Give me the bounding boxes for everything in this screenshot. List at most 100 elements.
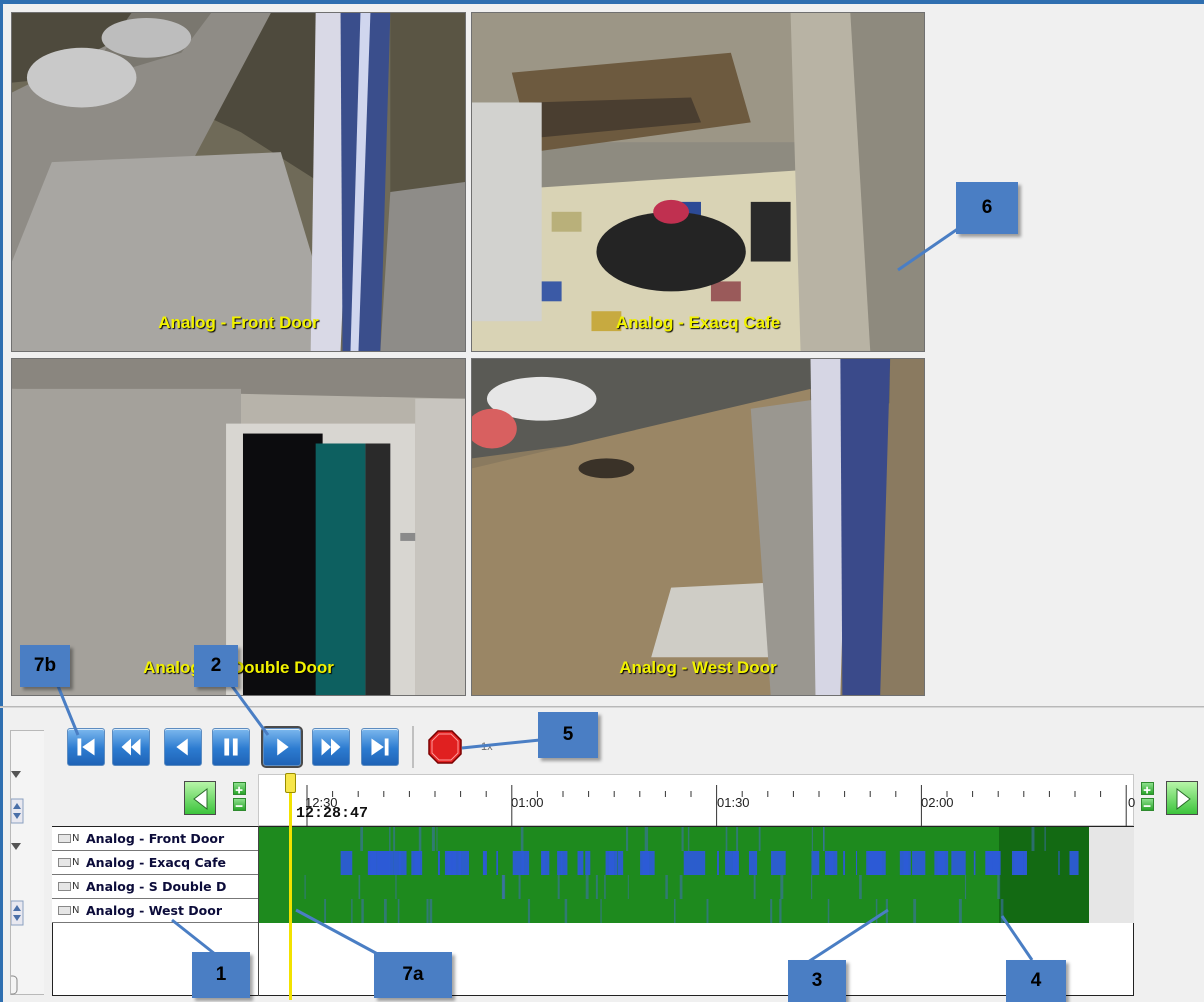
- motion-event-mark: [340, 851, 353, 875]
- motion-event-mark: [324, 899, 327, 923]
- motion-event-mark: [585, 875, 589, 899]
- step-back-button[interactable]: [164, 728, 202, 766]
- motion-event-mark: [414, 851, 421, 875]
- timeline-forward-button[interactable]: [1166, 781, 1198, 815]
- track-marker: N: [72, 857, 80, 868]
- motion-event-mark: [646, 827, 649, 851]
- track-label-west-door[interactable]: N Analog - West Door: [52, 899, 258, 923]
- track-label-s-double-door[interactable]: N Analog - S Double D: [52, 875, 258, 899]
- camera-tile-west-door[interactable]: Analog - West Door: [471, 358, 925, 696]
- zoom-in-left-button[interactable]: [233, 782, 246, 795]
- recording-track-front-door[interactable]: [259, 827, 1134, 851]
- camera-tile-front-door[interactable]: Analog - Front Door: [11, 12, 466, 352]
- zoom-out-right-button[interactable]: [1141, 798, 1154, 811]
- motion-event-mark: [518, 875, 521, 899]
- camera-label-exacq-cafe: Analog - Exacq Cafe: [615, 313, 781, 332]
- playhead-handle[interactable]: [285, 773, 296, 793]
- recording-bars: [259, 851, 1134, 875]
- no-recording-span: [1089, 827, 1134, 851]
- motion-event-mark: [811, 851, 813, 875]
- recording-track-s-double-door[interactable]: [259, 875, 1134, 899]
- motion-event-mark: [437, 851, 440, 875]
- callout-2: 2: [194, 645, 238, 687]
- callout-1: 1: [192, 952, 250, 998]
- timeline-ruler[interactable]: [258, 774, 1134, 827]
- stop-sign-icon: [428, 730, 462, 764]
- fast-forward-icon: [321, 738, 341, 756]
- motion-event-mark: [758, 827, 761, 851]
- skip-to-end-button[interactable]: [361, 728, 399, 766]
- motion-event-mark: [604, 875, 606, 899]
- playback-speed: 1x: [481, 741, 493, 753]
- skip-to-start-button[interactable]: [67, 728, 105, 766]
- motion-event-mark: [811, 827, 813, 851]
- skip-to-start-icon: [77, 738, 95, 756]
- track-label-text: Analog - Front Door: [86, 831, 225, 846]
- motion-event-mark: [885, 899, 888, 923]
- track-label-text: Analog - Exacq Cafe: [86, 855, 226, 870]
- track-label-front-door[interactable]: N Analog - Front Door: [52, 827, 258, 851]
- track-toggle[interactable]: [58, 858, 71, 867]
- motion-event-mark: [687, 827, 690, 851]
- motion-event-mark: [1044, 827, 1046, 851]
- motion-event-mark: [748, 851, 758, 875]
- motion-event-mark: [384, 899, 387, 923]
- playhead-line[interactable]: [289, 776, 292, 1000]
- play-button[interactable]: [261, 726, 303, 768]
- motion-event-mark: [1000, 899, 1004, 923]
- stop-record-button[interactable]: [428, 730, 462, 764]
- zoom-in-right-button[interactable]: [1141, 782, 1154, 795]
- motion-event-mark: [418, 827, 422, 851]
- camera-label-west-door: Analog - West Door: [619, 658, 777, 677]
- cursor-time: 12:28:47: [296, 805, 369, 822]
- motion-event-mark: [395, 875, 397, 899]
- motion-event-mark: [681, 827, 684, 851]
- plus-icon: [235, 786, 243, 794]
- motion-event-mark: [779, 899, 782, 923]
- fast-forward-button[interactable]: [312, 728, 350, 766]
- motion-event-mark: [436, 827, 438, 851]
- motion-event-mark: [644, 827, 647, 851]
- skip-to-end-icon: [371, 738, 389, 756]
- pause-button[interactable]: [212, 728, 250, 766]
- motion-event-mark: [389, 827, 391, 851]
- tick-label-0230: 0: [1128, 795, 1136, 810]
- plus-icon: [1143, 786, 1151, 794]
- recording-track-west-door[interactable]: [259, 899, 1134, 923]
- zoom-out-left-button[interactable]: [233, 798, 246, 811]
- callout-7a: 7a: [374, 952, 452, 998]
- recording-track-exacq-cafe[interactable]: [259, 851, 1134, 875]
- timeline-back-button[interactable]: [184, 781, 216, 815]
- track-toggle[interactable]: [58, 834, 71, 843]
- camera-tile-exacq-cafe[interactable]: Analog - Exacq Cafe: [471, 12, 925, 352]
- motion-event-mark: [717, 851, 719, 875]
- track-label-exacq-cafe[interactable]: N Analog - Exacq Cafe: [52, 851, 258, 875]
- rewind-fast-button[interactable]: [112, 728, 150, 766]
- motion-event-mark: [484, 851, 487, 875]
- motion-event-mark: [360, 827, 364, 851]
- track-toggle[interactable]: [58, 882, 71, 891]
- motion-event-mark: [383, 851, 394, 875]
- track-label-text: Analog - S Double D: [86, 879, 227, 894]
- motion-event-mark: [398, 851, 401, 875]
- recording-bars: [259, 899, 1134, 923]
- motion-event-mark: [393, 827, 396, 851]
- motion-event-mark: [951, 851, 966, 875]
- callout-7b: 7b: [20, 645, 70, 687]
- motion-event-mark: [674, 899, 676, 923]
- motion-event-mark: [595, 875, 598, 899]
- arrow-left-icon: [193, 787, 208, 811]
- no-recording-span: [1089, 899, 1134, 923]
- camera-tile-s-double-door[interactable]: Analog - S Double Door: [11, 358, 466, 696]
- motion-event-mark: [451, 851, 462, 875]
- callout-5: 5: [538, 712, 598, 758]
- track-toggle[interactable]: [58, 906, 71, 915]
- minus-icon: [235, 805, 243, 807]
- motion-event-mark: [600, 899, 602, 923]
- motion-event-mark: [542, 851, 546, 875]
- recording-bars: [259, 827, 1134, 851]
- motion-event-mark: [351, 899, 353, 923]
- motion-event-mark: [811, 875, 813, 899]
- motion-event-mark: [304, 875, 306, 899]
- motion-event-mark: [829, 851, 834, 875]
